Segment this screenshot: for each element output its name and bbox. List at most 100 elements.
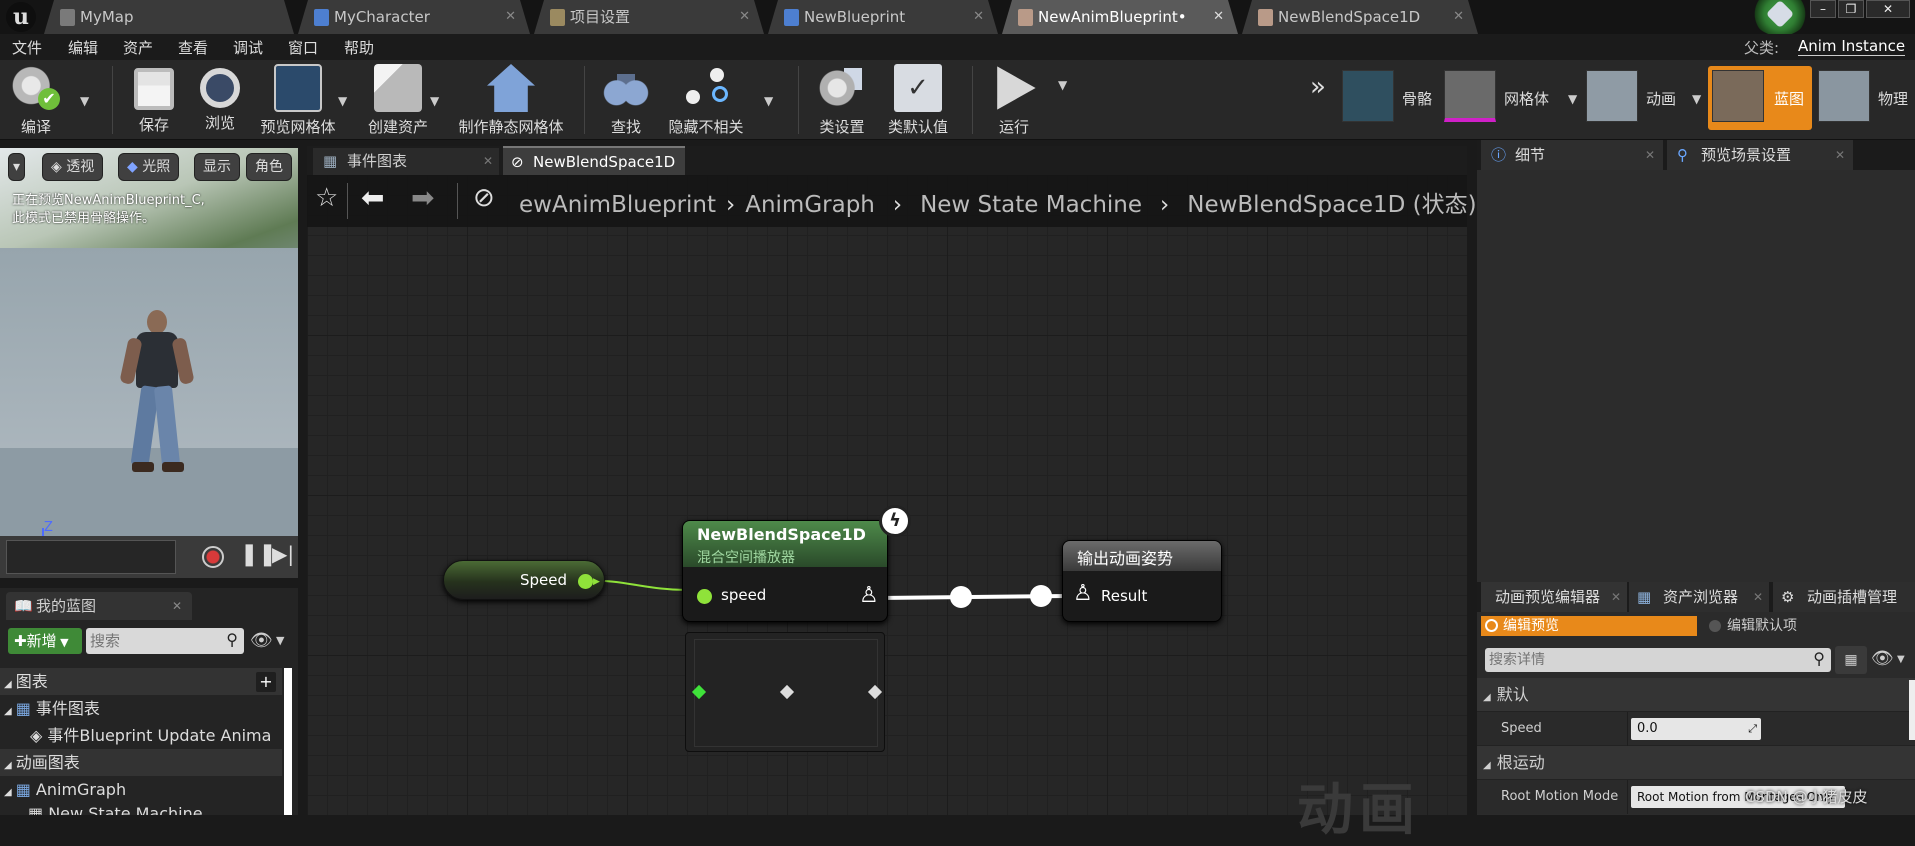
close-icon[interactable]: ✕: [483, 148, 493, 175]
close-icon[interactable]: ✕: [1753, 582, 1763, 612]
find-button[interactable]: 查找: [594, 64, 658, 138]
close-icon[interactable]: ✕: [172, 592, 182, 620]
tab-anim-preview[interactable]: 动画预览编辑器 ✕: [1481, 582, 1627, 612]
show-button[interactable]: 显示: [194, 153, 240, 181]
make-static-mesh-button[interactable]: 制作静态网格体: [456, 64, 566, 138]
menu-help[interactable]: 帮助: [344, 37, 374, 58]
hide-unrelated-dropdown-icon[interactable]: ▼: [764, 94, 773, 108]
view-grid-icon[interactable]: ▦: [1835, 646, 1867, 674]
menu-edit[interactable]: 编辑: [68, 37, 98, 58]
sidebar-item-event-update[interactable]: ◈ 事件Blueprint Update Anima: [0, 722, 282, 749]
edit-preview-toggle[interactable]: 编辑预览: [1481, 616, 1697, 636]
perspective-button[interactable]: ◈ 透视: [42, 153, 104, 181]
sidebar-item-state-machine[interactable]: ▦ New State Machine: [0, 800, 282, 815]
category-default[interactable]: ◢ 默认: [1477, 678, 1915, 712]
menu-asset[interactable]: 资产: [123, 37, 153, 58]
tab-blend-space[interactable]: ⊘ NewBlendSpace1D: [503, 146, 685, 175]
tab-newblendspace1d[interactable]: NewBlendSpace1D ✕: [1242, 0, 1478, 34]
tab-newanimblueprint[interactable]: NewAnimBlueprint• ✕: [1002, 0, 1238, 34]
details-scrollbar[interactable]: [1909, 680, 1915, 740]
output-pose-node[interactable]: 输出动画姿势 ♙ Result: [1062, 540, 1222, 622]
details-search-box[interactable]: ⚲: [1485, 648, 1831, 672]
tab-mymap[interactable]: MyMap: [44, 0, 294, 34]
graph-canvas[interactable]: ☆ ⬅ ➡ ⊘ ewAnimBlueprint › AnimGraph › New St…: [307, 175, 1477, 843]
view-options-dropdown-icon[interactable]: ▼: [276, 634, 284, 647]
minimize-button[interactable]: –: [1810, 0, 1836, 18]
viewport-options-button[interactable]: ▾: [8, 153, 26, 181]
create-asset-dropdown-icon[interactable]: ▼: [430, 94, 439, 108]
mode-physics[interactable]: 物理: [1818, 68, 1914, 130]
tab-details[interactable]: ⓘ 细节 ✕: [1481, 140, 1663, 170]
pose-output-pin-icon[interactable]: ♙: [859, 583, 879, 608]
character-button[interactable]: 角色: [246, 153, 292, 181]
close-window-button[interactable]: ✕: [1866, 0, 1910, 18]
sidebar-item-animgraph[interactable]: ◢ ▦ AnimGraph: [0, 776, 282, 803]
mybp-search-box[interactable]: ⚲: [86, 628, 244, 654]
tab-preview-scene[interactable]: ⚲ 预览场景设置 ✕: [1667, 140, 1853, 170]
graphs-category[interactable]: ◢ 图表 +: [0, 668, 282, 695]
speed-variable-node[interactable]: Speed ▶: [443, 560, 605, 600]
parent-class-link[interactable]: Anim Instance: [1798, 37, 1906, 56]
anim-graphs-category[interactable]: ◢ 动画图表: [0, 749, 282, 776]
close-icon[interactable]: ✕: [1213, 0, 1224, 34]
close-icon[interactable]: ✕: [1611, 582, 1621, 612]
tab-mycharacter[interactable]: MyCharacter ✕: [298, 0, 530, 34]
mode-animation[interactable]: 动画 ▼: [1586, 68, 1701, 130]
tab-newblueprint[interactable]: NewBlueprint ✕: [768, 0, 998, 34]
add-graph-button[interactable]: +: [256, 672, 276, 692]
blendspace-player-node[interactable]: NewBlendSpace1D 混合空间播放器 speed ♙: [682, 520, 888, 622]
close-icon[interactable]: ✕: [1835, 140, 1845, 170]
animation-dropdown-icon[interactable]: ▼: [1692, 92, 1701, 106]
menu-view[interactable]: 查看: [178, 37, 208, 58]
close-icon[interactable]: ✕: [505, 0, 516, 34]
speed-output-pin[interactable]: [578, 574, 593, 589]
sidebar-item-event-graph[interactable]: ◢ ▦ 事件图表: [0, 695, 282, 722]
close-icon[interactable]: ✕: [973, 0, 984, 34]
edit-defaults-toggle[interactable]: 编辑默认项: [1705, 616, 1911, 636]
close-icon[interactable]: ✕: [739, 0, 750, 34]
mode-skeleton[interactable]: 骨骼: [1342, 68, 1434, 130]
timeline-field[interactable]: [6, 540, 176, 574]
menu-debug[interactable]: 调试: [233, 37, 263, 58]
eye-icon[interactable]: 👁: [1871, 648, 1894, 669]
lit-button[interactable]: ◆ 光照: [118, 153, 180, 181]
compile-dropdown-icon[interactable]: ▼: [80, 94, 89, 108]
close-icon[interactable]: ✕: [1645, 140, 1655, 170]
tab-project-settings[interactable]: 项目设置 ✕: [534, 0, 764, 34]
save-button[interactable]: 保存: [124, 64, 184, 138]
class-defaults-button[interactable]: ✓ 类默认值: [882, 64, 954, 138]
category-root-motion[interactable]: ◢ 根运动: [1477, 746, 1915, 780]
eye-icon[interactable]: 👁: [250, 630, 273, 651]
menu-file[interactable]: 文件: [12, 37, 42, 58]
run-button[interactable]: 运行: [982, 64, 1046, 138]
record-button[interactable]: [202, 546, 224, 568]
details-search-input[interactable]: [1489, 649, 1789, 671]
maximize-button[interactable]: ❐: [1838, 0, 1864, 18]
pose-input-pin-icon[interactable]: ♙: [1073, 581, 1093, 606]
preview-mesh-button[interactable]: 预览网格体: [256, 64, 340, 138]
menu-window[interactable]: 窗口: [288, 37, 318, 58]
browse-button[interactable]: 浏览: [190, 64, 250, 138]
add-new-button[interactable]: ✚新增 ▼: [8, 628, 82, 654]
create-asset-button[interactable]: 创建资产: [362, 64, 434, 138]
mode-mesh[interactable]: 网格体 ▼: [1444, 68, 1577, 130]
mybp-scrollbar[interactable]: [284, 668, 292, 815]
speed-input-pin[interactable]: [697, 589, 712, 604]
preview-mesh-dropdown-icon[interactable]: ▼: [338, 94, 347, 108]
tab-asset-browser[interactable]: ▦ 资产浏览器 ✕: [1629, 582, 1769, 612]
close-icon[interactable]: ✕: [1453, 0, 1464, 34]
tab-anim-slot[interactable]: ⚙ 动画插槽管理: [1773, 582, 1915, 612]
run-dropdown-icon[interactable]: ▼: [1058, 78, 1067, 92]
tab-event-graph[interactable]: ▦ 事件图表 ✕: [313, 148, 499, 175]
expand-modes-icon[interactable]: »: [1310, 72, 1326, 102]
step-forward-button[interactable]: ▶|: [272, 542, 294, 566]
mode-blueprint[interactable]: 蓝图: [1708, 66, 1812, 130]
compile-button[interactable]: ✔ 编译: [6, 64, 66, 138]
mybp-search-input[interactable]: [90, 630, 214, 652]
chevron-down-icon[interactable]: ▼: [1897, 654, 1905, 665]
wire-reroute-knot[interactable]: [950, 586, 972, 608]
wire-reroute-knot[interactable]: [1030, 585, 1052, 607]
class-settings-button[interactable]: 类设置: [810, 64, 874, 138]
hide-unrelated-button[interactable]: 隐藏不相关: [664, 64, 748, 138]
mesh-dropdown-icon[interactable]: ▼: [1568, 92, 1577, 106]
